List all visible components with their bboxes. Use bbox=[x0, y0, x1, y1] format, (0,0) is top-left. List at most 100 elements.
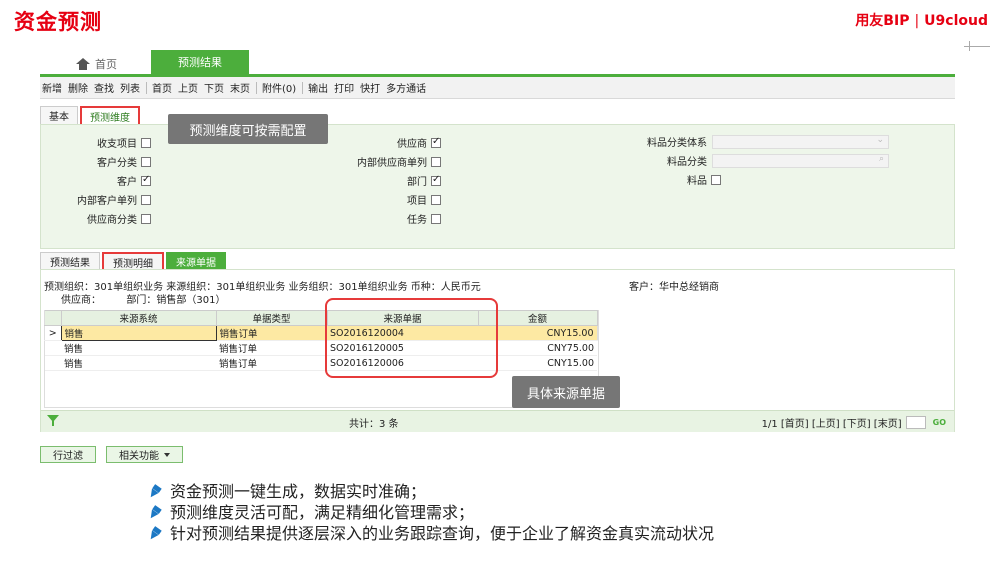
brand-separator: | bbox=[914, 13, 920, 29]
toolbar-first-button[interactable]: 首页 bbox=[152, 80, 172, 95]
toolbar-attachment-button[interactable]: 附件(0) bbox=[262, 80, 296, 95]
dim-checkbox[interactable] bbox=[431, 136, 441, 148]
dim-supplier: 供应商 bbox=[311, 135, 441, 150]
dim-checkbox[interactable] bbox=[431, 156, 441, 167]
dim-checkbox[interactable] bbox=[141, 213, 151, 224]
dim-label: 客户 bbox=[117, 177, 137, 188]
table-row[interactable]: > 销售 销售订单 SO2016120004 CNY15.00 bbox=[44, 325, 597, 341]
dim-checkbox[interactable] bbox=[711, 174, 721, 185]
app-window: 首页 预测结果 新增 删除 查找 列表 首页 上页 下页 末页 附件(0) 输出… bbox=[40, 44, 955, 464]
dim-customer-class: 客户分类 bbox=[51, 154, 151, 169]
toolbar-new-button[interactable]: 新增 bbox=[42, 80, 62, 95]
dim-label: 内部客户单列 bbox=[77, 196, 137, 207]
dim-item-class: 料品分类 ⌕ bbox=[621, 153, 889, 168]
callout-dimension-config: 预测维度可按需配置 bbox=[168, 114, 328, 144]
dim-label: 料品 bbox=[687, 176, 707, 187]
cell-doc-type: 销售订单 bbox=[216, 340, 327, 356]
pin-icon bbox=[148, 528, 162, 540]
dim-label: 部门 bbox=[407, 177, 427, 188]
dim-label: 料品分类体系 bbox=[647, 138, 707, 149]
dim-checkbox[interactable] bbox=[431, 194, 441, 205]
dim-checkbox[interactable] bbox=[141, 156, 151, 167]
bullet-text: 针对预测结果提供逐层深入的业务跟踪查询，便于企业了解资金真实流动状况 bbox=[170, 524, 715, 543]
dim-label: 内部供应商单列 bbox=[357, 158, 427, 169]
toolbar-find-button[interactable]: 查找 bbox=[94, 80, 114, 95]
dim-task: 任务 bbox=[311, 211, 441, 226]
toolbar-call-button[interactable]: 多方通话 bbox=[386, 80, 426, 95]
dim-department: 部门 bbox=[311, 173, 441, 188]
chevron-down-icon: ⌄ bbox=[876, 134, 884, 145]
toolbar-last-button[interactable]: 末页 bbox=[230, 80, 250, 95]
dim-checkbox[interactable] bbox=[141, 174, 151, 186]
pager: 1/1 [首页] [上页] [下页] [末页] GO bbox=[762, 415, 946, 430]
toolbar-divider bbox=[146, 81, 147, 94]
toolbar-prev-button[interactable]: 上页 bbox=[178, 80, 198, 95]
row-filter-button[interactable]: 行过滤 bbox=[40, 446, 96, 463]
toolbar-list-button[interactable]: 列表 bbox=[120, 80, 140, 95]
toolbar-divider bbox=[256, 81, 257, 94]
dim-income-item: 收支项目 bbox=[51, 135, 151, 150]
related-functions-button[interactable]: 相关功能 bbox=[106, 446, 183, 463]
toolbar-print-button[interactable]: 打印 bbox=[334, 80, 354, 95]
callout-source-doc: 具体来源单据 bbox=[512, 376, 620, 408]
dim-label: 项目 bbox=[407, 196, 427, 207]
home-icon bbox=[76, 58, 90, 70]
dim-checkbox[interactable] bbox=[431, 174, 441, 186]
dim-checkbox[interactable] bbox=[141, 194, 151, 205]
table-row[interactable]: 销售 销售订单 SO2016120005 CNY75.00 bbox=[44, 340, 597, 356]
col-source-system[interactable]: 来源系统 bbox=[60, 310, 217, 326]
bottom-buttons: 行过滤 相关功能 bbox=[40, 446, 183, 463]
bullet-item: 预测维度灵活可配，满足精细化管理需求； bbox=[148, 502, 714, 523]
dim-supplier-class: 供应商分类 bbox=[51, 211, 151, 226]
search-icon: ⌕ bbox=[878, 153, 884, 164]
slide-title: 资金预测 bbox=[14, 10, 102, 34]
toolbar-quickprint-button[interactable]: 快打 bbox=[360, 80, 380, 95]
go-button[interactable]: GO bbox=[933, 418, 946, 427]
dim-checkbox[interactable] bbox=[431, 213, 441, 224]
lower-tabs: 预测结果 预测明细 来源单据 bbox=[40, 252, 228, 271]
grid-header: 来源系统 单据类型 来源单据 金额 bbox=[44, 310, 598, 326]
dim-inner-customer: 内部客户单列 bbox=[51, 192, 151, 207]
cell-source-system[interactable]: 销售 bbox=[60, 325, 217, 341]
item-class-lookup[interactable]: ⌕ bbox=[712, 153, 889, 168]
bullet-item: 资金预测一键生成，数据实时准确； bbox=[148, 481, 714, 502]
related-functions-label: 相关功能 bbox=[119, 451, 159, 462]
tab-home[interactable]: 首页 bbox=[76, 54, 117, 74]
filter-icon[interactable] bbox=[47, 415, 59, 426]
info-customer: 客户：华中总经销商 bbox=[629, 282, 719, 293]
dim-checkbox[interactable] bbox=[141, 137, 151, 148]
dim-inner-supplier: 内部供应商单列 bbox=[311, 154, 441, 169]
tab-home-label: 首页 bbox=[95, 58, 117, 71]
cell-doc-type: 销售订单 bbox=[216, 355, 327, 371]
tab-source-docs[interactable]: 来源单据 bbox=[166, 252, 226, 270]
page-number-input[interactable] bbox=[905, 416, 926, 429]
table-row[interactable]: 销售 销售订单 SO2016120006 CNY15.00 bbox=[44, 355, 597, 371]
dim-label: 客户分类 bbox=[97, 158, 137, 169]
highlight-source-doc bbox=[325, 298, 498, 378]
item-class-system-select[interactable]: ⌄ bbox=[712, 134, 889, 149]
dim-item-class-system: 料品分类体系 ⌄ bbox=[621, 134, 889, 149]
brand-left: 用友BIP bbox=[855, 13, 910, 29]
bullet-text: 预测维度灵活可配，满足精细化管理需求； bbox=[170, 503, 475, 522]
toolbar: 新增 删除 查找 列表 首页 上页 下页 末页 附件(0) 输出 打印 快打 多… bbox=[40, 77, 955, 99]
toolbar-delete-button[interactable]: 删除 bbox=[68, 80, 88, 95]
toolbar-output-button[interactable]: 输出 bbox=[308, 80, 328, 95]
pin-icon bbox=[148, 507, 162, 519]
toolbar-next-button[interactable]: 下页 bbox=[204, 80, 224, 95]
bullet-text: 资金预测一键生成，数据实时准确； bbox=[170, 482, 427, 501]
tab-basic[interactable]: 基本 bbox=[40, 106, 78, 124]
source-grid: 来源系统 单据类型 来源单据 金额 > 销售 销售订单 SO2016120004… bbox=[44, 310, 598, 371]
cell-source-system: 销售 bbox=[61, 340, 216, 356]
dim-project: 项目 bbox=[311, 192, 441, 207]
col-doc-type[interactable]: 单据类型 bbox=[215, 310, 328, 326]
tab-forecast-result[interactable]: 预测结果 bbox=[151, 50, 249, 74]
toolbar-divider bbox=[302, 81, 304, 94]
pager-links[interactable]: 1/1 [首页] [上页] [下页] [末页] bbox=[762, 415, 902, 430]
decor-line bbox=[964, 46, 990, 47]
top-tabs: 首页 预测结果 bbox=[40, 50, 955, 74]
decor-tick bbox=[969, 41, 970, 51]
dim-customer: 客户 bbox=[51, 173, 151, 188]
upper-tabs: 基本 预测维度 bbox=[40, 106, 142, 127]
caret-down-icon bbox=[164, 452, 170, 457]
tab-forecast-result-sub[interactable]: 预测结果 bbox=[40, 252, 100, 270]
